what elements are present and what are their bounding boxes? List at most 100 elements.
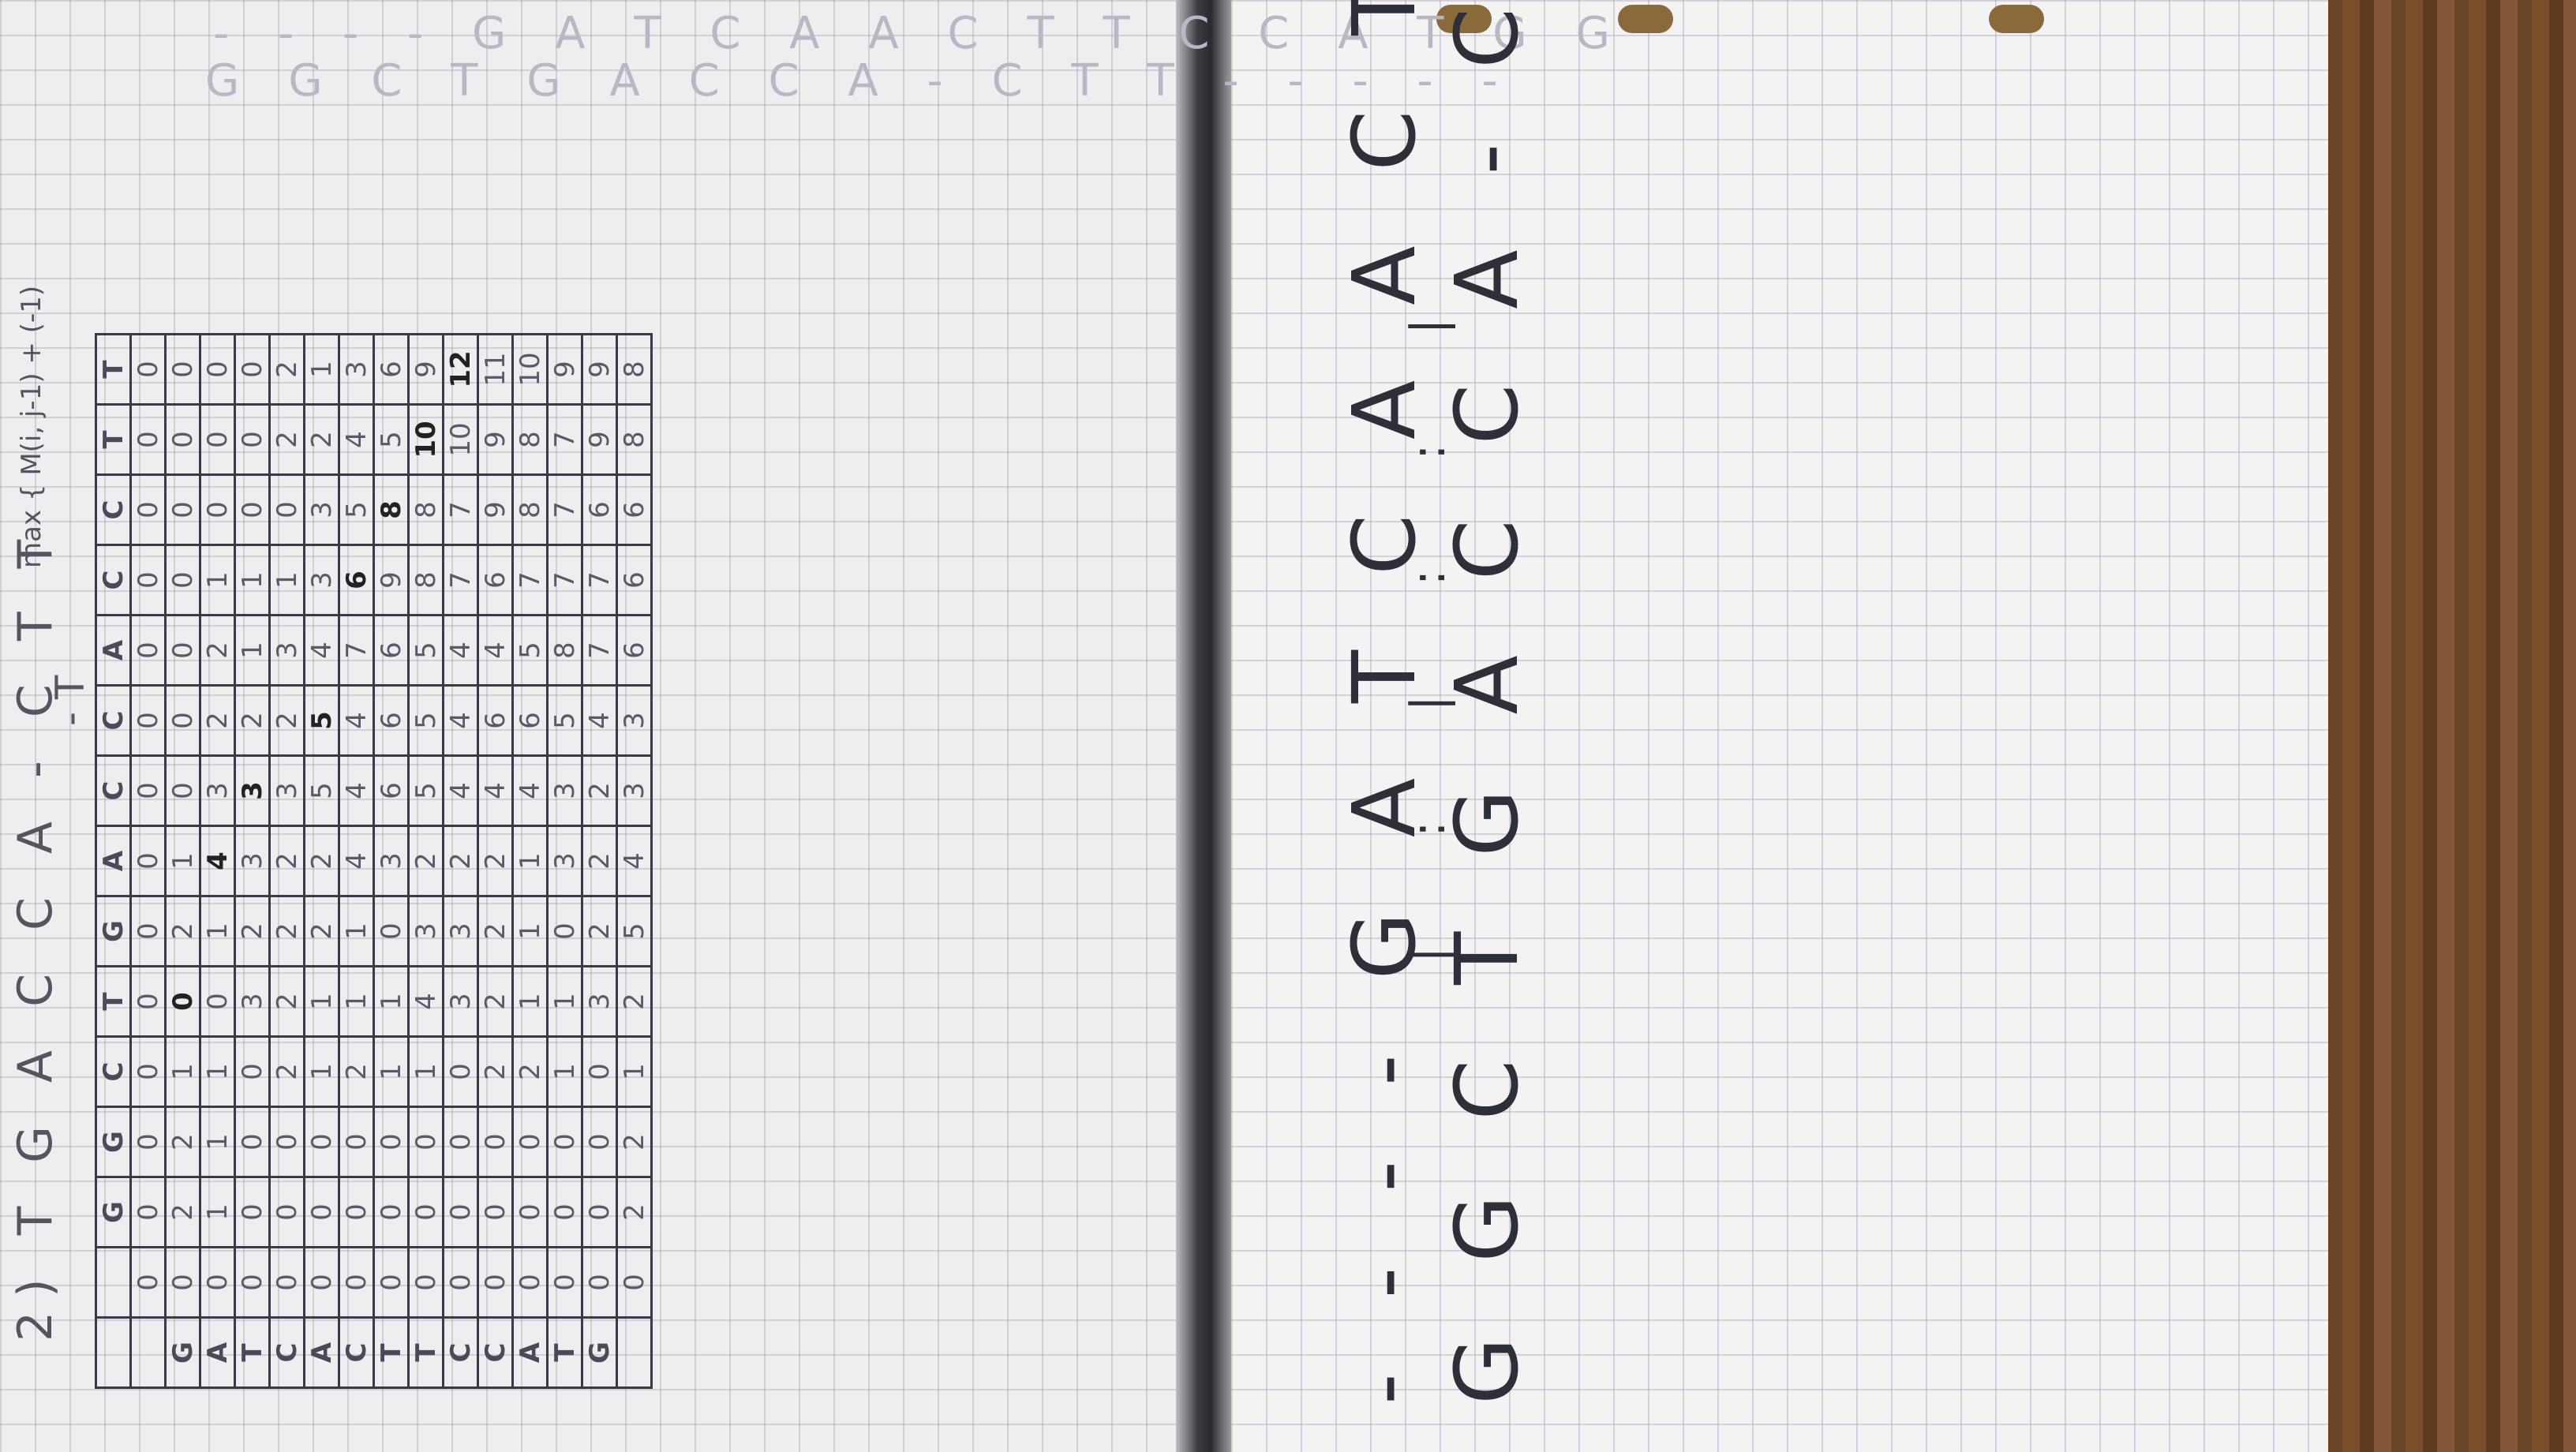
- matrix-cell: 4: [200, 825, 235, 896]
- matrix-cell: 0: [408, 1106, 444, 1177]
- matrix-cell: 9: [408, 334, 444, 405]
- matrix-row: C 0 0 0 2 2 2 2 4 6 4 6 9 9 11: [477, 334, 513, 1388]
- matrix-cell: 3: [547, 755, 582, 826]
- matrix-cell: 1: [200, 1106, 235, 1177]
- matrix-cell: 1: [165, 1036, 200, 1107]
- matrix-cell: 0: [200, 474, 235, 545]
- matrix-cell: 5: [304, 755, 339, 826]
- matrix-cell: 0: [443, 1177, 478, 1248]
- matrix-header-row: GGCTGACCACCTT: [95, 334, 131, 1388]
- matrix-cell: 7: [547, 544, 582, 616]
- matrix-cell: 0: [130, 1106, 166, 1177]
- matrix-cell: 1: [547, 966, 582, 1037]
- matrix-cell: 0: [304, 1106, 339, 1177]
- matrix-cell: 4: [582, 685, 617, 756]
- matrix-row: T00003233211000: [234, 334, 270, 1388]
- column-header: C: [95, 1036, 131, 1107]
- matrix-cell: 0: [130, 544, 166, 616]
- matrix-cell: 0: [582, 1106, 617, 1177]
- matrix-cell: 1: [234, 544, 270, 616]
- matrix-cell: 1: [339, 966, 374, 1037]
- matrix-cell: 0: [200, 404, 235, 475]
- wooden-table: [2328, 0, 2576, 1452]
- matrix-cell: 0: [130, 1036, 166, 1107]
- matrix-cell: 4: [408, 966, 444, 1037]
- matrix-row: T00011036669856: [373, 334, 409, 1388]
- column-header: G: [95, 1106, 131, 1177]
- matrix-cell: 5: [373, 404, 409, 475]
- row-header: A: [304, 1317, 339, 1388]
- matrix-cell: 0: [547, 896, 582, 967]
- row-header: T: [547, 1317, 582, 1388]
- column-header: A: [95, 615, 131, 686]
- matrix-cell: 8: [408, 544, 444, 616]
- recurrence-note: max { M(i, j-1) + (-1): [16, 285, 47, 568]
- matrix-row: 00000000000000: [130, 334, 166, 1388]
- matrix-corner: [95, 1317, 131, 1388]
- matrix-cell: 0: [408, 1247, 444, 1318]
- matrix-cell: 7: [512, 544, 548, 616]
- matrix-cell: 2: [408, 825, 444, 896]
- matrix-cell: 0: [234, 404, 270, 475]
- matrix-cell: 2: [304, 825, 339, 896]
- matrix-cell: 0: [165, 685, 200, 756]
- matrix-cell: 1: [269, 544, 305, 616]
- matrix-cell: 0: [234, 1036, 270, 1107]
- matrix-cell: 0: [269, 474, 305, 545]
- matrix-cell: 0: [130, 1177, 166, 1248]
- matrix-cell: 0: [304, 1247, 339, 1318]
- matrix-cell: 2: [582, 755, 617, 826]
- matrix-cell: 6: [616, 474, 652, 545]
- matrix-cell: 4: [477, 755, 513, 826]
- matrix-cell: 1: [304, 334, 339, 405]
- matrix-cell: 2: [165, 1106, 200, 1177]
- matrix-row: A00011225543321: [304, 334, 339, 1388]
- matrix-row: A01110143221000: [200, 334, 235, 1388]
- matrix-cell: 5: [408, 615, 444, 686]
- matrix-cell: 0: [512, 1177, 548, 1248]
- matrix-cell: 3: [304, 474, 339, 545]
- matrix-cell: 0: [269, 1177, 305, 1248]
- matrix-cell: 2: [269, 404, 305, 475]
- matrix-cell: 1: [304, 1036, 339, 1107]
- matrix-cell: 2: [269, 896, 305, 967]
- matrix-cell: 0: [130, 615, 166, 686]
- matrix-cell: 3: [373, 825, 409, 896]
- top-alignment-line1: T G A C C A - C T T: [8, 525, 63, 1236]
- matrix-cell: 1: [200, 544, 235, 616]
- matrix-cell: 0: [373, 1177, 409, 1248]
- matrix-cell: 0: [269, 1247, 305, 1318]
- row-header: C: [477, 1317, 513, 1388]
- matrix-cell: 0: [130, 896, 166, 967]
- final-alignment: - - - - G A T C A A C T T C C A T G G | …: [1334, 0, 1571, 1405]
- matrix-cell: 0: [130, 334, 166, 405]
- matrix-cell: 5: [616, 896, 652, 967]
- matrix-cell: 2: [477, 825, 513, 896]
- matrix-cell: 0: [165, 474, 200, 545]
- matrix-cell: 4: [339, 685, 374, 756]
- matrix-cell: 7: [582, 615, 617, 686]
- matrix-cell: 0: [547, 1247, 582, 1318]
- matrix-cell: 10: [443, 404, 478, 475]
- matrix-cell: 6: [477, 685, 513, 756]
- matrix-cell: 6: [339, 544, 374, 616]
- matrix-cell: 0: [165, 404, 200, 475]
- matrix-cell: 0: [165, 755, 200, 826]
- matrix-row: 02212543366688: [616, 334, 652, 1388]
- matrix-cell: 0: [339, 1106, 374, 1177]
- matrix-cell: 2: [200, 685, 235, 756]
- matrix-cell: 5: [512, 615, 548, 686]
- matrix-cell: 3: [408, 896, 444, 967]
- matrix-cell: 2: [234, 685, 270, 756]
- matrix-cell: 0: [443, 1247, 478, 1318]
- matrix-cell: 3: [234, 966, 270, 1037]
- matrix-cell: 6: [582, 474, 617, 545]
- matrix-cell: 1: [512, 896, 548, 967]
- matrix-cell: 0: [130, 685, 166, 756]
- column-header: C: [95, 685, 131, 756]
- matrix-cell: 0: [582, 1177, 617, 1248]
- ring-hole: [1989, 5, 2044, 33]
- row-header: [130, 1317, 166, 1388]
- matrix-cell: 0: [373, 1247, 409, 1318]
- column-header: T: [95, 404, 131, 475]
